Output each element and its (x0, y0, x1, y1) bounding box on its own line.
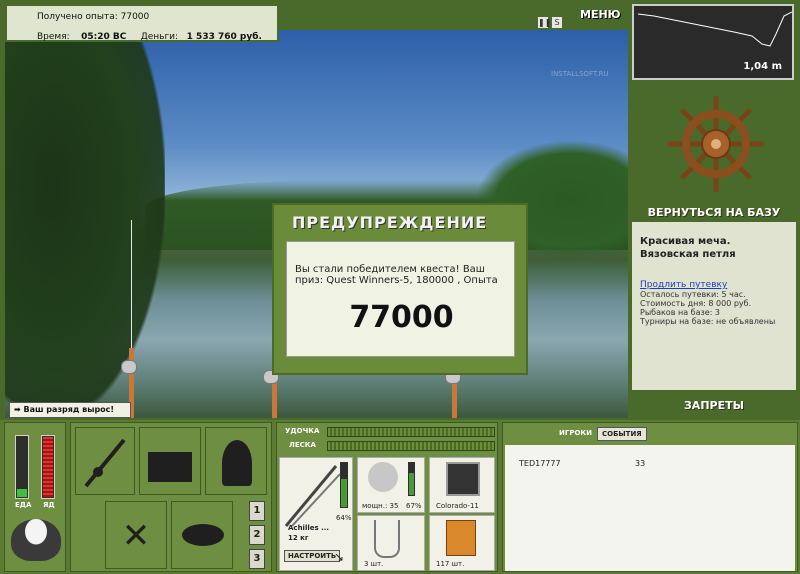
bait-box-icon (446, 520, 476, 556)
page-button-3[interactable]: 3 (249, 549, 265, 569)
bans-button[interactable]: ЗАПРЕТЫ (632, 399, 796, 412)
fork-knife-icon: ✕ (121, 516, 151, 556)
top-controls: ❚❚ S (538, 10, 566, 29)
reel-wear-fill (409, 473, 414, 495)
base-name-line-2: Вязовская петля (640, 249, 736, 260)
rod-slot[interactable]: 64% Achilles ... 12 кг НАСТРОИТЬ ↘ (279, 457, 353, 571)
dialog-title: ПРЕДУПРЕЖДЕНИЕ (292, 213, 488, 232)
status-box: ЕДА ЯД (4, 422, 66, 572)
food-label: ЕДА (15, 501, 32, 509)
bait-slot[interactable]: 117 шт. (429, 515, 495, 571)
base-info-line: Осталось путевки: 5 час. (640, 290, 746, 299)
arrow-down-right-icon: ↘ (334, 550, 345, 564)
rank-notice-text: Ваш разряд вырос! (23, 405, 115, 414)
menu-button[interactable]: МЕНЮ (580, 8, 621, 21)
line-spool-icon (446, 462, 480, 496)
rods-tool[interactable] (75, 427, 135, 495)
fishing-line-1 (131, 220, 132, 350)
rod-label: УДОЧКА (285, 427, 320, 435)
watermark: INSTALLSOFT.RU (551, 70, 609, 78)
rod-strength-bar (327, 427, 495, 437)
line-slot[interactable]: Colorado-11 (429, 457, 495, 513)
rod-wear-bar (340, 462, 348, 508)
pause-icon[interactable]: ❚❚ (538, 17, 551, 28)
tab-players[interactable]: ИГРОКИ (555, 427, 596, 439)
reel-wear-bar (408, 462, 415, 496)
return-to-base-button[interactable]: ВЕРНУТЬСЯ НА БАЗУ (632, 206, 796, 219)
food-tool[interactable]: ✕ (105, 501, 167, 569)
rod-percent: 64% (336, 514, 352, 522)
reel-percent: 67% (406, 502, 422, 510)
left-tree (5, 30, 165, 418)
line-label: ЛЕСКА (289, 441, 316, 449)
tab-events[interactable]: СОБЫТИЯ (597, 427, 647, 441)
players-panel: ИГРОКИ СОБЫТИЯ TED17777 33 (502, 422, 798, 572)
hook-icon (374, 520, 400, 558)
poison-bar (41, 435, 55, 499)
pot-icon[interactable] (11, 519, 61, 561)
status-panel: Получено опыта: 77000 Время: 05:20 ВС Де… (5, 4, 279, 42)
exp-row: Получено опыта: 77000 (37, 12, 149, 22)
exp-label: Получено опыта: (37, 12, 118, 22)
fisherman-shape (222, 440, 252, 486)
time-money-row: Время: 05:20 ВС Деньги: 1 533 760 руб. (37, 32, 262, 42)
reel-1 (121, 360, 137, 374)
player-value: 33 (635, 459, 646, 468)
fisherman-icon[interactable] (205, 427, 267, 495)
bait-count: 117 шт. (436, 560, 465, 568)
time-label: Время: (37, 32, 70, 42)
rod-wear-fill (341, 479, 347, 507)
exp-value: 77000 (120, 12, 150, 22)
ship-wheel-icon[interactable] (667, 95, 765, 193)
food-bar-fill (17, 489, 27, 497)
reel-slot[interactable]: мощн.: 35 67% (357, 457, 425, 513)
poison-bar-fill (43, 437, 53, 497)
depth-value: 1,04 m (743, 61, 782, 72)
rod-weight: 12 кг (288, 534, 309, 542)
tools-panel: ✕ 1 2 3 (70, 422, 272, 572)
line-strength-bar (327, 441, 495, 451)
warning-dialog[interactable]: ПРЕДУПРЕЖДЕНИЕ Вы стали победителем квес… (272, 203, 528, 375)
food-bar (15, 435, 29, 499)
dialog-number: 77000 (349, 300, 454, 335)
dialog-body: Вы стали победителем квеста! Ваш приз: Q… (286, 241, 515, 357)
poison-label: ЯД (43, 501, 55, 509)
bottom-panel: ЕДА ЯД ✕ 1 2 3 УДОЧКА ЛЕСКА 64% Achilles… (0, 420, 800, 574)
dialog-text: Вы стали победителем квеста! Ваш приз: Q… (295, 264, 498, 286)
tackle-box-shape (148, 452, 192, 482)
tackle-box-icon[interactable] (139, 427, 201, 495)
tackle-panel: УДОЧКА ЛЕСКА 64% Achilles ... 12 кг НАСТ… (276, 422, 498, 572)
hooks-count: 3 шт. (364, 560, 384, 568)
player-name[interactable]: TED17777 (519, 459, 561, 468)
reel-label: мощн.: 35 (362, 502, 399, 510)
line-item-name: Colorado-11 (436, 502, 479, 510)
base-info-line: Рыбаков на базе: 3 (640, 308, 720, 317)
extend-ticket-link[interactable]: Продлить путевку (640, 280, 788, 290)
players-list: TED17777 33 (505, 445, 795, 571)
base-info-panel: Красивая меча. Вязовская петля Продлить … (632, 222, 796, 390)
rank-notice[interactable]: ➡ Ваш разряд вырос! (9, 402, 131, 418)
money-value: 1 533 760 руб. (186, 32, 262, 42)
depth-chart: 1,04 m (632, 4, 794, 80)
fish-icon (182, 524, 224, 546)
page-button-1[interactable]: 1 (249, 501, 265, 521)
fish-tool[interactable] (171, 501, 233, 569)
reel-icon (368, 462, 398, 492)
hooks-slot[interactable]: 3 шт. (357, 515, 425, 571)
time-value: 05:20 ВС (81, 32, 127, 42)
sound-icon[interactable]: S (552, 17, 562, 28)
base-info-line: Турниры на базе: не объявлены (640, 317, 776, 326)
page-button-2[interactable]: 2 (249, 525, 265, 545)
base-name-line-1: Красивая меча. (640, 236, 731, 247)
base-info-line: Стоимость дня: 8 000 руб. (640, 299, 752, 308)
setup-button[interactable]: НАСТРОИТЬ (284, 550, 341, 562)
arrow-icon: ➡ (14, 405, 21, 414)
money-label: Деньги: (140, 32, 179, 42)
rod-name: Achilles ... (288, 524, 330, 532)
